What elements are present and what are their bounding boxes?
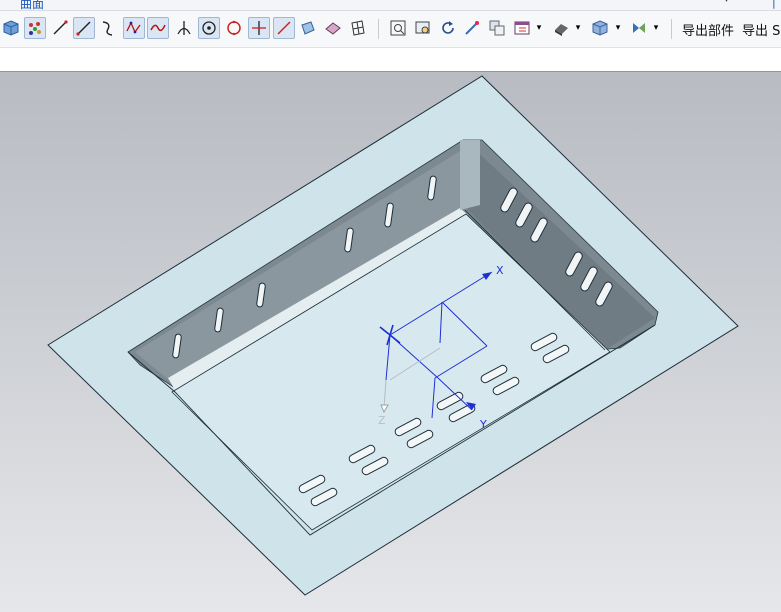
sheet-body-icon[interactable] xyxy=(322,17,344,39)
menu-tab-partial-icon[interactable]: | xyxy=(772,0,776,9)
toolbar-separator xyxy=(671,19,672,39)
chevron-down-icon[interactable]: ▾ xyxy=(533,17,545,39)
rotate-icon[interactable] xyxy=(437,17,459,39)
view-cube-icon[interactable] xyxy=(589,17,611,39)
menu-strip: 曲面 ▾ | xyxy=(0,0,781,11)
y-axis-label: Y xyxy=(479,418,487,431)
chevron-down-icon[interactable]: ▾ xyxy=(724,0,729,5)
arc-curve-icon[interactable] xyxy=(97,17,119,39)
x-axis-label: X xyxy=(496,264,504,277)
solid-cube-icon[interactable] xyxy=(0,17,22,39)
offset-line-icon[interactable] xyxy=(273,17,295,39)
mesh-icon[interactable] xyxy=(347,17,369,39)
graphics-viewport[interactable]: X Y Z xyxy=(0,72,781,612)
fit-view-icon[interactable] xyxy=(387,17,409,39)
secondary-bar xyxy=(0,48,781,72)
table-view-icon[interactable] xyxy=(511,17,533,39)
perpendicular-icon[interactable] xyxy=(173,17,195,39)
layers-icon[interactable] xyxy=(486,17,508,39)
z-axis-label: Z xyxy=(378,414,386,427)
export-part-button[interactable]: 导出部件 xyxy=(682,20,734,39)
face-icon[interactable] xyxy=(297,17,319,39)
circle-icon[interactable] xyxy=(223,17,245,39)
toolbar-separator xyxy=(378,19,379,39)
line-tool-icon[interactable] xyxy=(73,17,95,39)
line-icon[interactable] xyxy=(49,17,71,39)
visibility-icon[interactable] xyxy=(628,17,650,39)
chevron-down-icon[interactable]: ▾ xyxy=(650,17,662,39)
cross-point-icon[interactable] xyxy=(248,17,270,39)
export-s-button[interactable]: 导出 S xyxy=(742,20,780,39)
wand-icon[interactable] xyxy=(461,17,483,39)
model-drawing: X Y Z xyxy=(47,75,739,596)
chevron-down-icon[interactable]: ▾ xyxy=(572,17,584,39)
circle-center-icon[interactable] xyxy=(198,17,220,39)
spline-points-icon[interactable] xyxy=(123,17,145,39)
zoom-window-icon[interactable] xyxy=(412,17,434,39)
spline-curve-icon[interactable] xyxy=(147,17,169,39)
shading-icon[interactable] xyxy=(550,17,572,39)
point-set-icon[interactable] xyxy=(24,17,46,39)
toolbar: ▾ ▾ ▾ ▾ 导出部件 导出 S xyxy=(0,11,781,48)
fillet-corner xyxy=(460,140,480,210)
chevron-down-icon[interactable]: ▾ xyxy=(612,17,624,39)
